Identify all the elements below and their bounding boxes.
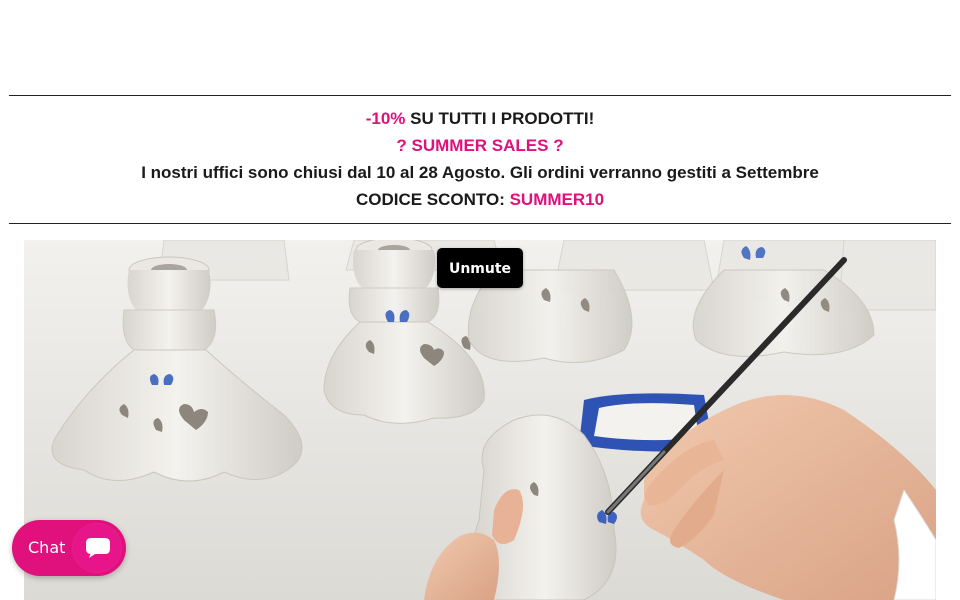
chat-launcher[interactable]: Chat: [12, 520, 126, 576]
page: -10% SU TUTTI I PRODOTTI! ? SUMMER SALES…: [0, 0, 960, 600]
discount-code: SUMMER10: [509, 190, 605, 209]
announcement-line-sales: ? SUMMER SALES ?: [9, 135, 951, 162]
announcement-line-closure: I nostri uffici sono chiusi dal 10 al 28…: [141, 163, 819, 182]
announcement-line-discount: -10% SU TUTTI I PRODOTTI!: [9, 108, 951, 135]
header-spacer: [0, 0, 960, 95]
discount-percent: -10%: [365, 109, 406, 128]
sales-text: SUMMER SALES: [406, 136, 554, 155]
unmute-button[interactable]: Unmute: [437, 248, 523, 288]
sales-right-icon: ?: [553, 136, 564, 155]
sales-left-icon: ?: [396, 136, 407, 155]
discount-text: SU TUTTI I PRODOTTI!: [405, 109, 595, 128]
discount-code-label: CODICE SCONTO:: [355, 190, 510, 209]
announcement-bar: -10% SU TUTTI I PRODOTTI! ? SUMMER SALES…: [9, 95, 951, 224]
chat-bubble-icon: [86, 538, 110, 558]
announcement-line-code: CODICE SCONTO: SUMMER10: [9, 189, 951, 216]
hero-video[interactable]: [24, 240, 936, 600]
ceramic-painting-image: [24, 240, 936, 600]
chat-icon-button[interactable]: [73, 524, 121, 572]
chat-label: Chat: [28, 538, 66, 557]
